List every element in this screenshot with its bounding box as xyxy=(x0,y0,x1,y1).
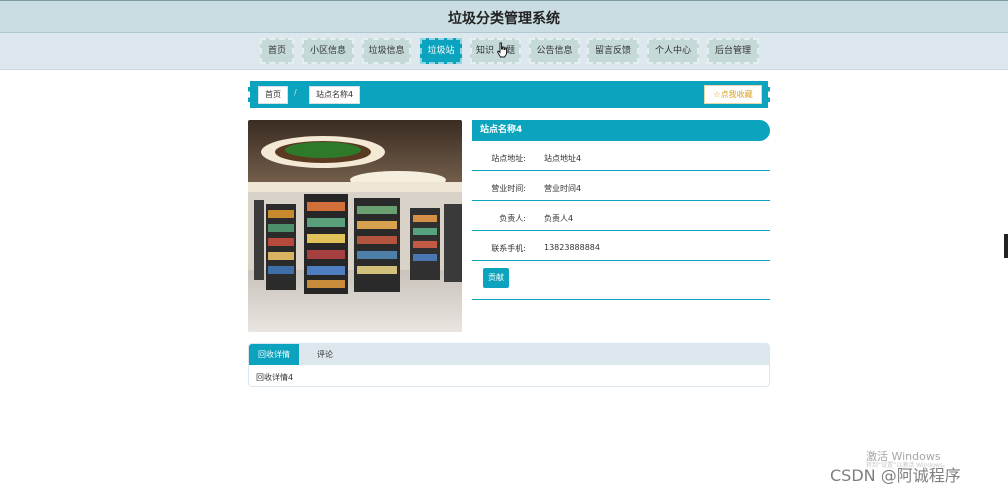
nav-item-home[interactable]: 首页 xyxy=(260,38,294,64)
info-row-manager: 负责人: 负责人4 xyxy=(472,201,770,231)
tab-comments[interactable]: 评论 xyxy=(305,344,345,365)
hours-value: 营业时间4 xyxy=(544,184,582,193)
site-header: 垃圾分类管理系统 xyxy=(0,0,1008,33)
breadcrumb: 首页 / 站点名称4 ☆点我收藏 xyxy=(248,81,770,108)
favorite-button[interactable]: ☆点我收藏 xyxy=(704,85,762,104)
scroll-marker xyxy=(1004,234,1008,258)
nav-item-station[interactable]: 垃圾站 xyxy=(420,38,462,64)
breadcrumb-home[interactable]: 首页 xyxy=(258,86,288,104)
breadcrumb-separator: / xyxy=(294,88,297,97)
tab-content: 回收详情4 xyxy=(256,373,294,382)
breadcrumb-current: 站点名称4 xyxy=(309,86,361,104)
nav-item-announcements[interactable]: 公告信息 xyxy=(529,38,580,64)
station-name-heading: 站点名称4 xyxy=(472,120,770,141)
manager-label: 负责人: xyxy=(499,214,526,223)
hand-cursor-icon xyxy=(496,42,507,58)
info-row-address: 站点地址: 站点地址4 xyxy=(472,141,770,171)
star-icon: ☆ xyxy=(713,90,721,99)
nav-item-knowledge-label: 知识 xyxy=(475,46,494,56)
address-value: 站点地址4 xyxy=(544,154,582,163)
contribute-button[interactable]: 贡献 xyxy=(483,268,509,288)
detail-tabs: 回收详情 评论 回收详情4 xyxy=(248,343,770,387)
station-info-panel: 站点名称4 站点地址: 站点地址4 营业时间: 营业时间4 负责人: 负责人4 … xyxy=(472,120,770,300)
nav-item-garbage-info[interactable]: 垃圾信息 xyxy=(362,38,411,64)
nav-item-profile[interactable]: 个人中心 xyxy=(647,38,699,64)
tab-recycle-details[interactable]: 回收详情 xyxy=(249,344,299,365)
manager-value: 负责人4 xyxy=(544,214,574,223)
favorite-label: 点我收藏 xyxy=(720,90,753,99)
hours-label: 营业时间: xyxy=(491,184,526,193)
site-title: 垃圾分类管理系统 xyxy=(448,11,560,27)
info-row-hours: 营业时间: 营业时间4 xyxy=(472,171,770,201)
contribute-row: 贡献 xyxy=(472,261,770,300)
phone-value: 13823888884 xyxy=(544,243,600,252)
station-photo xyxy=(248,120,462,332)
nav-item-community[interactable]: 小区信息 xyxy=(302,38,354,64)
nav-item-admin[interactable]: 后台管理 xyxy=(707,38,759,64)
nav-item-feedback[interactable]: 留言反馈 xyxy=(587,38,639,64)
csdn-watermark: CSDN @阿诚程序 xyxy=(830,466,961,485)
phone-label: 联系手机: xyxy=(491,244,526,253)
tabs-header: 回收详情 评论 xyxy=(249,344,769,365)
info-row-phone: 联系手机: 13823888884 xyxy=(472,231,770,261)
address-label: 站点地址: xyxy=(491,154,526,163)
